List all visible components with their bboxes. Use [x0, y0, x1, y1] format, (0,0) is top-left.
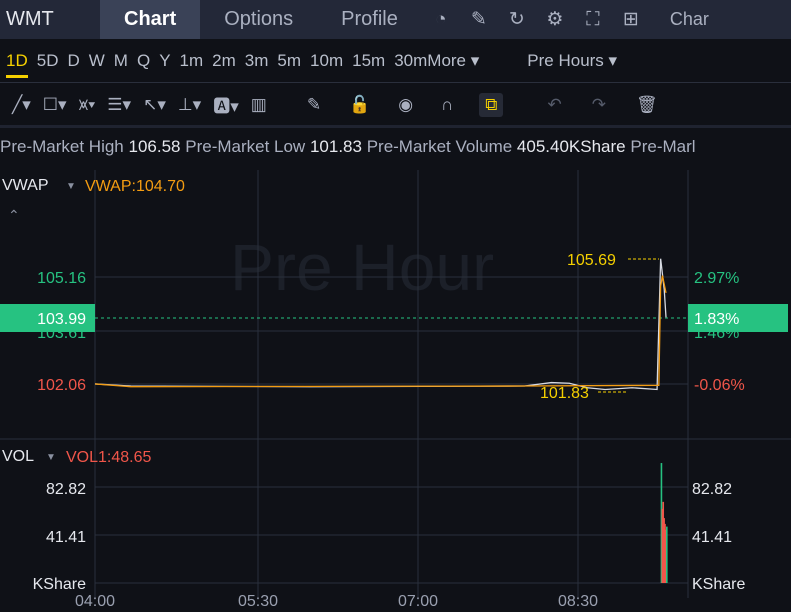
- y-tick: 102.06: [37, 377, 86, 394]
- vol-tick: KShare: [33, 576, 86, 593]
- y-tick: 105.16: [37, 270, 86, 287]
- vol-label[interactable]: VOL: [2, 448, 34, 465]
- vwap-label[interactable]: VWAP: [2, 177, 49, 194]
- x-tick: 04:00: [75, 593, 115, 610]
- volume-bar: [666, 526, 668, 583]
- vol-tick: KShare: [692, 576, 745, 593]
- vol-value: VOL1:48.65: [66, 449, 152, 466]
- price-chart[interactable]: Pre Hour VWAP ▼ VWAP:104.70 ⌃ 105.16 103…: [0, 0, 791, 612]
- x-tick: 08:30: [558, 593, 598, 610]
- x-tick: 07:00: [398, 593, 438, 610]
- x-tick: 05:30: [238, 593, 278, 610]
- pct-tick: 2.97%: [694, 270, 739, 287]
- collapse-icon[interactable]: ⌃: [8, 207, 20, 223]
- min-label: 101.83: [540, 385, 589, 402]
- vwap-value: VWAP:104.70: [85, 178, 185, 195]
- vol-tick: 41.41: [692, 529, 732, 546]
- vol-tick: 82.82: [692, 481, 732, 498]
- vol-tick: 41.41: [46, 529, 86, 546]
- vol-tick: 82.82: [46, 481, 86, 498]
- current-price: 103.99: [37, 311, 86, 328]
- vol-dropdown-icon[interactable]: ▼: [46, 452, 56, 463]
- vwap-dropdown-icon[interactable]: ▼: [66, 181, 76, 192]
- pct-tick: -0.06%: [694, 377, 745, 394]
- current-pct: 1.83%: [694, 311, 739, 328]
- watermark: Pre Hour: [230, 230, 494, 304]
- max-label: 105.69: [567, 252, 616, 269]
